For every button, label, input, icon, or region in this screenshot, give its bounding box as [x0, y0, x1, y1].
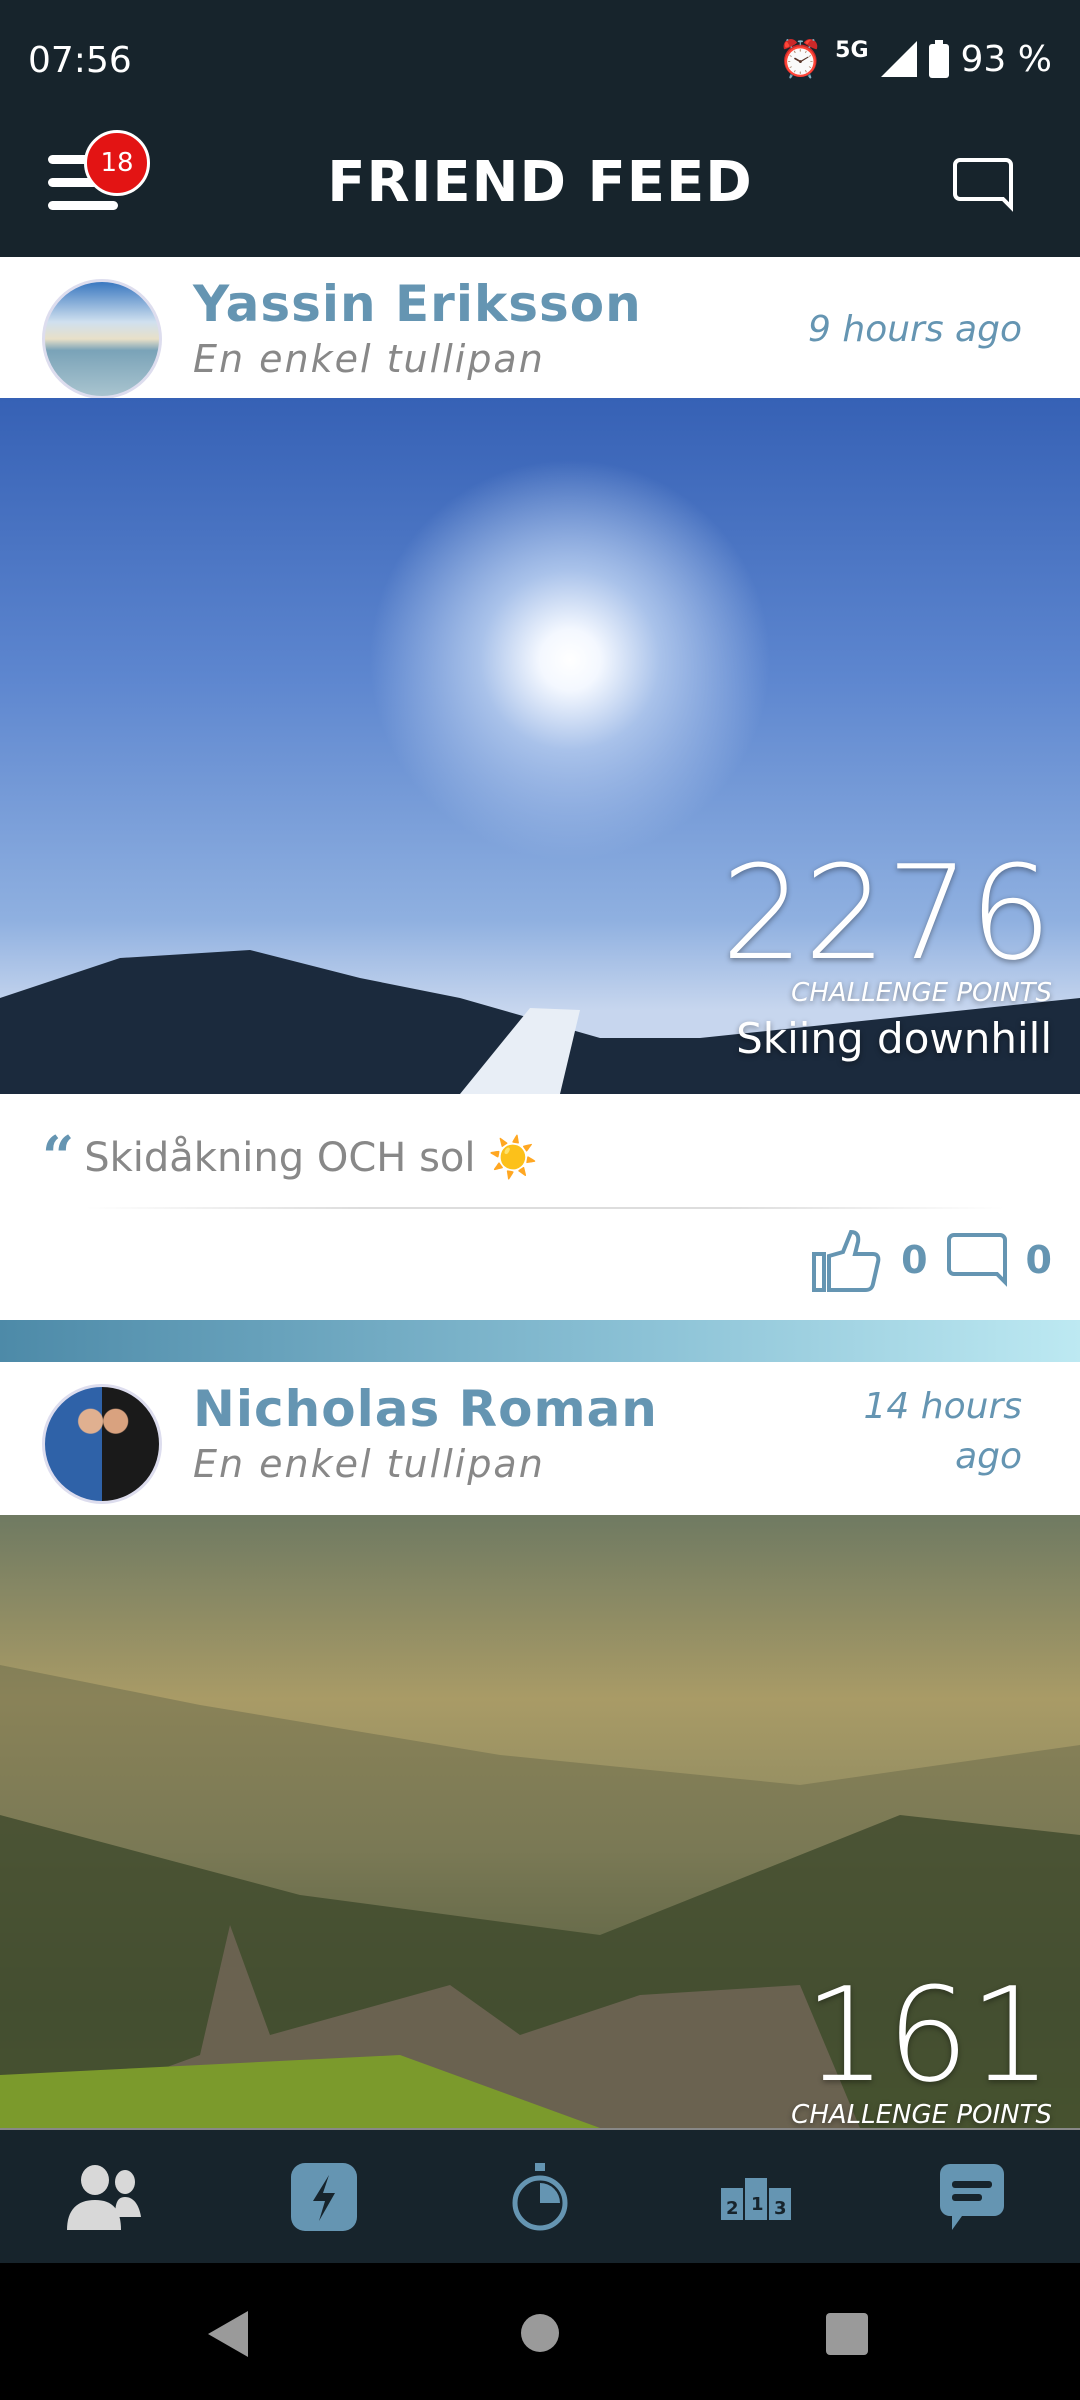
- recents-icon[interactable]: [826, 2313, 868, 2355]
- podium-icon: 213: [721, 2177, 791, 2220]
- back-icon[interactable]: [208, 2311, 248, 2357]
- post-caption: “Skidåkning OCH sol ☀️ 0 0: [0, 1094, 1080, 1320]
- battery-icon: [928, 40, 949, 78]
- post-time: 9 hours ago: [808, 309, 1022, 350]
- like-count: 0: [901, 1238, 928, 1282]
- page-title: FRIEND FEED: [327, 150, 753, 215]
- friends-icon: [67, 2164, 141, 2230]
- nav-activity[interactable]: [274, 2152, 374, 2242]
- stopwatch-icon: [512, 2162, 568, 2230]
- challenge-points: 161: [803, 1959, 1052, 2111]
- post-header[interactable]: Yassin Eriksson En enkel tullipan 9 hour…: [0, 257, 1080, 399]
- nav-messages[interactable]: [922, 2152, 1022, 2242]
- nav-friends[interactable]: [58, 2152, 158, 2242]
- nav-leaderboard[interactable]: 213: [706, 2152, 806, 2242]
- signal-icon: [880, 41, 917, 77]
- alarm-icon: ⏰: [778, 39, 824, 80]
- post-photo[interactable]: 161 CHALLENGE POINTS: [0, 1515, 1080, 2128]
- bottom-navigation: 213: [0, 2128, 1080, 2263]
- post-header[interactable]: Nicholas Roman En enkel tullipan 14 hour…: [0, 1362, 1080, 1515]
- lightning-icon: [291, 2162, 357, 2231]
- user-name[interactable]: Nicholas Roman: [193, 1380, 658, 1438]
- chat-bubble-icon: [940, 2163, 1004, 2230]
- svg-text:2: 2: [726, 2198, 739, 2219]
- status-bar: 07:56 ⏰ 5G 93 %: [0, 0, 1080, 105]
- user-name[interactable]: Yassin Eriksson: [193, 275, 642, 333]
- messages-icon[interactable]: [952, 157, 1014, 213]
- system-navigation: [0, 2263, 1080, 2400]
- comment-count: 0: [1025, 1238, 1052, 1282]
- activity-name: Skiing downhill: [736, 1014, 1052, 1063]
- caption-text: Skidåkning OCH sol ☀️: [84, 1134, 539, 1181]
- home-icon[interactable]: [520, 2313, 560, 2353]
- post-photo[interactable]: 2276 CHALLENGE POINTS Skiing downhill: [0, 398, 1080, 1094]
- challenge-points-label: CHALLENGE POINTS: [791, 2100, 1052, 2128]
- nav-timer[interactable]: [490, 2152, 590, 2242]
- battery-level: 93 %: [960, 38, 1052, 80]
- challenge-points: 2276: [721, 837, 1052, 989]
- post-time: 14 hours ago: [863, 1386, 1022, 1477]
- comment-icon[interactable]: [946, 1232, 1008, 1288]
- divider: [86, 1207, 1004, 1209]
- svg-text:3: 3: [774, 2198, 787, 2219]
- quote-icon: “: [42, 1124, 75, 1190]
- post-separator: [0, 1320, 1080, 1362]
- svg-text:1: 1: [751, 2194, 764, 2215]
- user-subtitle: En enkel tullipan: [193, 1442, 545, 1486]
- like-icon[interactable]: [811, 1228, 883, 1292]
- avatar[interactable]: [42, 279, 162, 399]
- user-subtitle: En enkel tullipan: [193, 337, 545, 381]
- app-header: 18 FRIEND FEED: [0, 105, 1080, 257]
- avatar[interactable]: [42, 1384, 162, 1504]
- network-label: 5G: [835, 38, 869, 63]
- clock: 07:56: [28, 40, 132, 81]
